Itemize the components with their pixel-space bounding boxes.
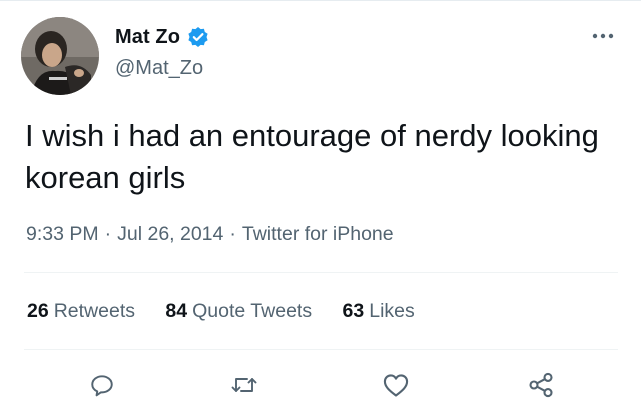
like-icon[interactable] bbox=[379, 370, 413, 400]
engagement-stats: 26 Retweets 84 Quote Tweets 63 Likes bbox=[27, 300, 440, 323]
author-handle[interactable]: @Mat_Zo bbox=[115, 57, 203, 80]
separator: · bbox=[229, 223, 236, 245]
separator: · bbox=[104, 223, 112, 245]
tweet-text: I wish i had an entourage of nerdy looki… bbox=[25, 118, 599, 195]
quote-tweets-count: 84 bbox=[165, 300, 188, 322]
stats-top-divider bbox=[24, 272, 618, 273]
avatar[interactable] bbox=[21, 17, 99, 95]
tweet-date[interactable]: Jul 26, 2014 bbox=[117, 223, 223, 245]
reply-icon[interactable] bbox=[85, 370, 119, 400]
quote-tweets-label: Quote Tweets bbox=[192, 300, 313, 322]
likes-count: 63 bbox=[342, 300, 365, 322]
retweets-label: Retweets bbox=[53, 300, 135, 322]
author-name[interactable]: Mat Zo bbox=[115, 26, 180, 49]
tweet-time[interactable]: 9:33 PM bbox=[26, 223, 99, 245]
retweet-icon[interactable] bbox=[227, 370, 261, 400]
retweets-stat[interactable]: 26 Retweets bbox=[27, 300, 135, 323]
likes-stat[interactable]: 63 Likes bbox=[343, 300, 415, 323]
likes-label: Likes bbox=[369, 300, 415, 322]
quote-tweets-stat[interactable]: 84 Quote Tweets bbox=[165, 300, 312, 323]
top-divider bbox=[0, 0, 641, 1]
tweet-meta: 9:33 PM · Jul 26, 2014 · Twitter for iPhone bbox=[26, 223, 394, 246]
verified-badge-icon bbox=[187, 26, 209, 48]
share-icon[interactable] bbox=[524, 370, 558, 400]
tweet-card: Mat Zo @Mat_Zo I wish i had an entourage… bbox=[0, 0, 641, 419]
tweet-source[interactable]: Twitter for iPhone bbox=[242, 223, 394, 245]
stats-bottom-divider bbox=[24, 349, 618, 350]
more-options-icon[interactable] bbox=[588, 24, 618, 48]
retweets-count: 26 bbox=[27, 300, 49, 322]
